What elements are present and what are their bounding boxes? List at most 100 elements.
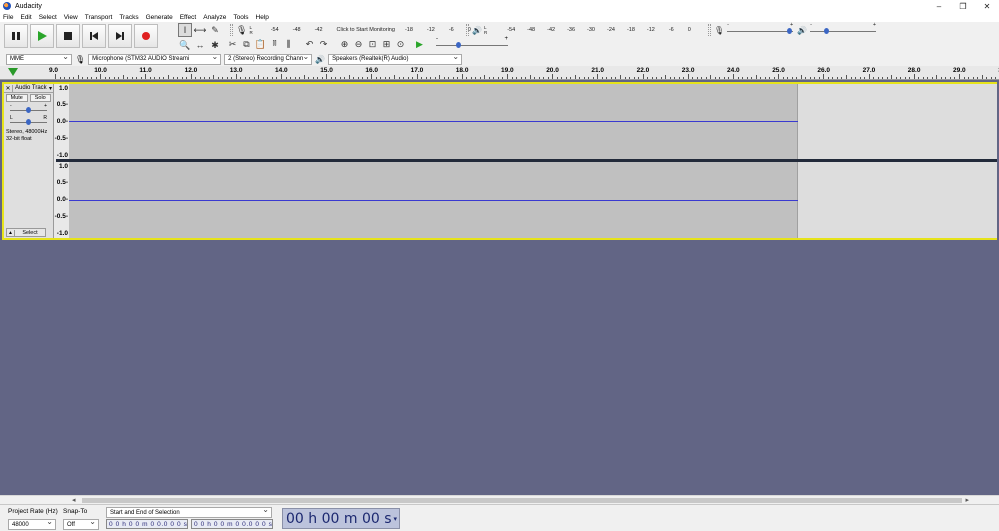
play-head-icon[interactable]	[8, 68, 18, 76]
recording-volume-slider[interactable]: - +	[727, 22, 794, 35]
track-format: Stereo, 48000Hz	[6, 129, 48, 135]
ruler-tick	[737, 77, 739, 79]
ruler-tick	[317, 77, 319, 79]
fit-project-icon[interactable]: ⊞	[380, 38, 393, 51]
ruler-tick	[669, 77, 671, 79]
chevron-down-icon[interactable]: ▾	[49, 85, 52, 92]
maximize-button[interactable]: ❐	[951, 0, 975, 12]
playback-meter[interactable]: 🔊 LR -54 -48 -42 -36 -30 -24 -18 -12 -6 …	[466, 24, 691, 36]
scale-label: 0.5-	[56, 179, 68, 186]
multi-tool-icon[interactable]: ✱	[208, 38, 222, 52]
slider-knob[interactable]	[26, 119, 31, 125]
scroll-right-icon[interactable]: ▸	[965, 496, 969, 504]
menu-view[interactable]: View	[64, 14, 78, 21]
collapse-track-icon[interactable]: ▲	[7, 229, 15, 236]
slider-knob[interactable]	[824, 28, 830, 34]
ruler-tick	[940, 77, 942, 79]
selection-end-time[interactable]: 0 0 h 0 0 m 0 0.0 0 0 s	[191, 519, 273, 529]
menu-file[interactable]: File	[3, 14, 13, 21]
ruler-tick	[714, 77, 716, 79]
paste-icon[interactable]: 📋	[254, 38, 267, 51]
audio-host-select[interactable]: MME	[6, 53, 72, 65]
menu-effect[interactable]: Effect	[180, 14, 197, 21]
stop-button[interactable]	[56, 24, 80, 48]
project-rate-select[interactable]: 48000	[8, 519, 56, 530]
zoom-toggle-icon[interactable]: ⊙	[394, 38, 407, 51]
zoom-in-icon[interactable]: ⊕	[338, 38, 351, 51]
skip-to-start-button[interactable]	[82, 24, 106, 48]
transport-toolbar	[4, 24, 158, 50]
mute-button[interactable]: Mute	[6, 94, 28, 102]
close-window-button[interactable]: ✕	[975, 0, 999, 12]
selection-mode-select[interactable]: Start and End of Selection	[106, 507, 272, 518]
ruler-tick	[877, 77, 879, 79]
chevron-down-icon[interactable]: ▾	[394, 515, 398, 523]
undo-icon[interactable]: ↶	[303, 38, 316, 51]
scrollbar-thumb[interactable]	[82, 498, 962, 503]
slider-knob[interactable]	[26, 107, 31, 113]
audio-position-display[interactable]: 00 h 00 m 00 s ▾	[282, 508, 400, 529]
track-name-menu[interactable]: Audio Track	[13, 85, 49, 91]
menu-generate[interactable]: Generate	[146, 14, 173, 21]
recording-channels-select[interactable]: 2 (Stereo) Recording Chann	[224, 53, 313, 65]
pan-slider[interactable]: L R	[10, 115, 47, 126]
recording-device-select[interactable]: Microphone (STM32 AUDIO Streami	[88, 53, 222, 65]
menu-transport[interactable]: Transport	[85, 14, 113, 21]
copy-icon[interactable]: ⧉	[240, 38, 253, 51]
menu-help[interactable]: Help	[256, 14, 269, 21]
ruler-tick	[122, 75, 124, 79]
recording-meter[interactable]: 🎙 LR -54 -48 -42 Click to Start Monitori…	[230, 24, 471, 36]
zoom-out-icon[interactable]: ⊖	[352, 38, 365, 51]
ruler-tick	[746, 77, 748, 79]
ruler-tick	[859, 77, 861, 79]
horizontal-scrollbar[interactable]: ◂ ▸	[0, 495, 999, 504]
menu-tools[interactable]: Tools	[233, 14, 248, 21]
select-track-button[interactable]: ▲ Select	[6, 228, 46, 237]
minimize-button[interactable]: –	[927, 0, 951, 12]
trim-icon[interactable]: ⫿⫿	[268, 38, 281, 51]
menu-analyze[interactable]: Analyze	[203, 14, 226, 21]
ruler-tick	[511, 77, 513, 79]
silence-icon[interactable]: ⫼	[282, 38, 295, 51]
envelope-tool-icon[interactable]: ⟷	[193, 23, 207, 37]
channel-left-waveform[interactable]	[69, 84, 997, 159]
selection-start-time[interactable]: 0 0 h 0 0 m 0 0.0 0 0 s	[106, 519, 188, 529]
playback-volume-slider[interactable]: - +	[810, 22, 877, 35]
record-button[interactable]	[134, 24, 158, 48]
zoom-tool-icon[interactable]: 🔍	[178, 38, 192, 52]
play-at-speed-slider[interactable]: - +	[434, 36, 510, 50]
cut-icon[interactable]: ✂	[226, 38, 239, 51]
redo-icon[interactable]: ↷	[317, 38, 330, 51]
skip-to-end-button[interactable]	[108, 24, 132, 48]
audio-track[interactable]: ✕ Audio Track ▾ Mute Solo - + L R Stereo…	[2, 82, 997, 240]
ruler-tick	[696, 77, 698, 79]
solo-button[interactable]: Solo	[29, 94, 51, 102]
pause-button[interactable]	[4, 24, 28, 48]
play-at-speed-icon[interactable]: ▶	[413, 38, 426, 51]
time-shift-tool-icon[interactable]: ↔	[193, 38, 207, 52]
ruler-tick	[963, 77, 965, 79]
ruler-tick	[330, 77, 332, 79]
scroll-left-icon[interactable]: ◂	[72, 496, 76, 504]
slider-knob[interactable]	[456, 42, 461, 48]
ruler-tick	[922, 77, 924, 79]
track-area[interactable]: ✕ Audio Track ▾ Mute Solo - + L R Stereo…	[0, 80, 999, 495]
channel-right-waveform[interactable]	[69, 162, 997, 238]
menu-edit[interactable]: Edit	[20, 14, 31, 21]
monitoring-hint[interactable]: Click to Start Monitoring	[337, 27, 395, 33]
fit-selection-icon[interactable]: ⊡	[366, 38, 379, 51]
play-button[interactable]	[30, 24, 54, 48]
edit-toolbar: ✂ ⧉ 📋 ⫿⫿ ⫼ ↶ ↷ ⊕ ⊖ ⊡ ⊞ ⊙ ▶	[226, 37, 426, 51]
gain-slider[interactable]: - +	[10, 103, 47, 114]
menu-tracks[interactable]: Tracks	[119, 14, 138, 21]
ruler-label: 28.0	[907, 67, 921, 74]
selection-tool-icon[interactable]: I	[178, 23, 192, 37]
timeline-ruler[interactable]: 9.0 10.0 11.0 12.0 13.0 14.0 15.0 16.0 17.0 18.0 1…	[0, 66, 999, 80]
menu-select[interactable]: Select	[39, 14, 57, 21]
slider-knob[interactable]	[787, 28, 793, 34]
draw-tool-icon[interactable]: ✎	[208, 23, 222, 37]
playback-device-select[interactable]: Speakers (Realtek(R) Audio)	[328, 53, 463, 65]
snap-to-select[interactable]: Off	[63, 519, 99, 530]
close-track-icon[interactable]: ✕	[4, 84, 13, 92]
meter-tick: 0	[687, 27, 691, 33]
